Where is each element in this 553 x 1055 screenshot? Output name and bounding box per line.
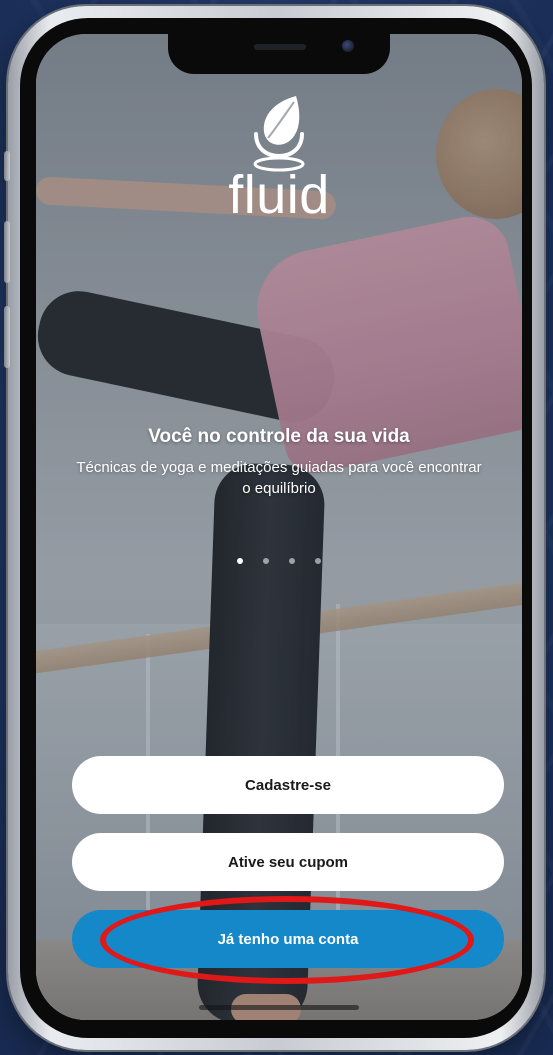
signup-button[interactable]: Cadastre-se [72, 756, 504, 814]
onboarding-headline: Você no controle da sua vida [148, 426, 410, 447]
activate-coupon-button[interactable]: Ative seu cupom [72, 833, 504, 891]
mute-switch [4, 151, 10, 181]
login-button[interactable]: Já tenho uma conta [72, 910, 504, 968]
page-dot[interactable] [289, 558, 295, 564]
page-dot-active[interactable] [237, 558, 243, 564]
leaf-lotus-icon [253, 96, 305, 172]
app-name: fluid [228, 165, 330, 225]
camera-icon [342, 40, 354, 52]
volume-down-button [4, 306, 10, 368]
page-dot[interactable] [315, 558, 321, 564]
app-logo: fluid [36, 92, 522, 222]
notch [168, 34, 390, 74]
page-indicator[interactable] [36, 558, 522, 564]
home-indicator[interactable] [199, 1005, 359, 1010]
volume-up-button [4, 221, 10, 283]
speaker-grille [254, 44, 306, 50]
onboarding-subline: Técnicas de yoga e meditações guiadas pa… [76, 459, 482, 497]
app-screen: fluid Você no controle da sua vida Técni… [36, 34, 522, 1020]
page-dot[interactable] [263, 558, 269, 564]
